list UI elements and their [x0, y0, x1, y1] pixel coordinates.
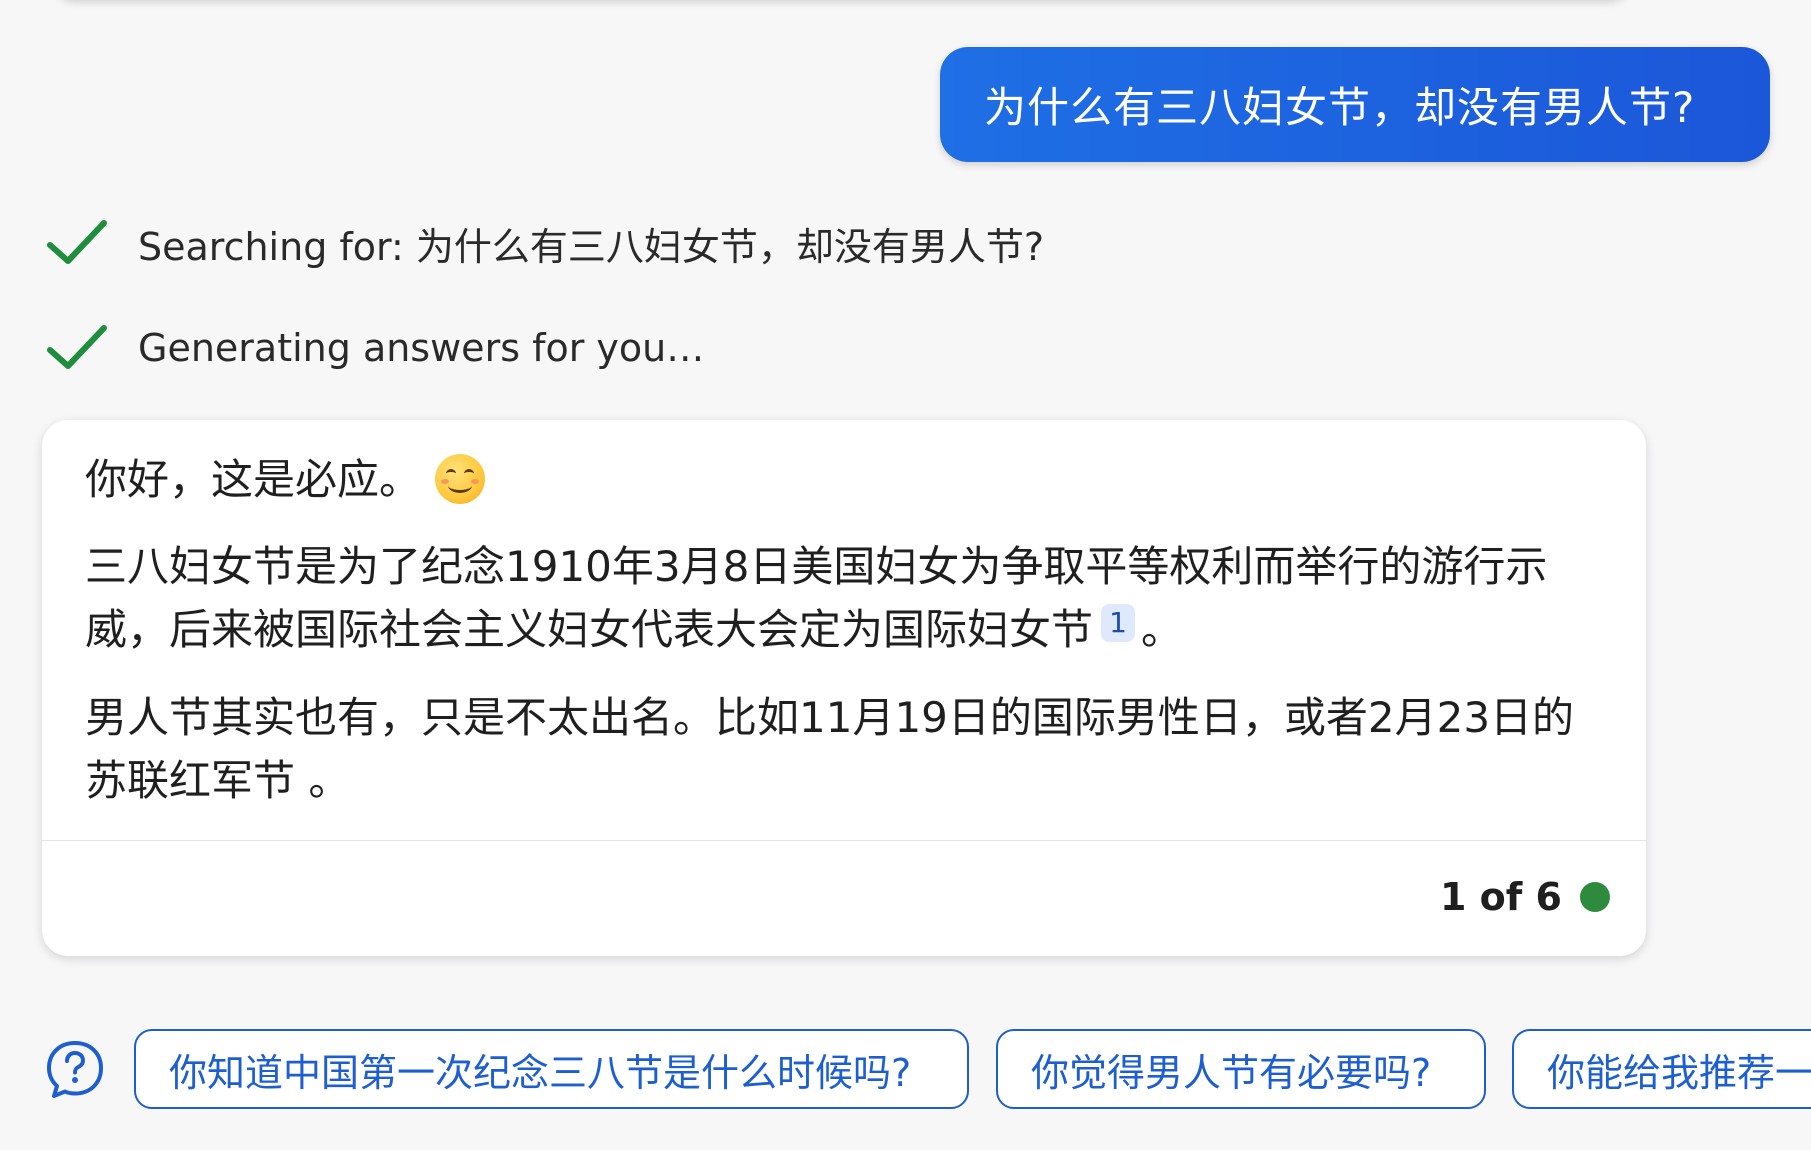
suggestion-chip[interactable]: 你知道中国第一次纪念三八节是什么时候吗? — [134, 1029, 969, 1109]
answer-paragraph: 三八妇女节是为了纪念1910年3月8日美国妇女为争取平等权利而举行的游行示威，后… — [85, 535, 1600, 661]
paragraph-text: 三八妇女节是为了纪念1910年3月8日美国妇女为争取平等权利而举行的游行示威，后… — [85, 542, 1548, 654]
help-icon[interactable] — [44, 1038, 106, 1100]
suggestion-text: 你觉得男人节有必要吗? — [1031, 1050, 1432, 1095]
suggestion-chip[interactable]: 你觉得男人节有必要吗? — [996, 1029, 1486, 1109]
status-step-searching: Searching for: 为什么有三八妇女节，却没有男人节? — [46, 215, 1044, 271]
suggestion-text: 你知道中国第一次纪念三八节是什么时候吗? — [169, 1050, 912, 1095]
status-step-label: Generating answers for you… — [138, 326, 705, 370]
paragraph-end: 。 — [1141, 605, 1184, 654]
response-count: 1 of 6 — [1440, 875, 1562, 919]
check-icon — [47, 325, 107, 369]
check-icon — [47, 220, 107, 264]
answer-body: 你好，这是必应。 三八妇女节是为了纪念1910年3月8日美国妇女为争取平等权利而… — [42, 420, 1646, 812]
answer-paragraph: 男人节其实也有，只是不太出名。比如11月19日的国际男性日，或者2月23日的苏联… — [85, 693, 1575, 805]
answer-greeting: 你好，这是必应。 — [85, 448, 1600, 511]
bot-answer-card: 你好，这是必应。 三八妇女节是为了纪念1910年3月8日美国妇女为争取平等权利而… — [42, 420, 1646, 956]
user-message-text: 为什么有三八妇女节，却没有男人节? — [984, 83, 1696, 132]
suggestion-text: 你能给我推荐一 — [1547, 1050, 1811, 1095]
smiling-face-icon — [435, 454, 486, 504]
greeting-text: 你好，这是必应。 — [85, 455, 422, 504]
answer-footer: 1 of 6 — [1440, 875, 1610, 919]
status-step-label: Searching for: 为什么有三八妇女节，却没有男人节? — [138, 224, 1045, 269]
card-divider — [42, 840, 1646, 841]
user-message-bubble: 为什么有三八妇女节，却没有男人节? — [940, 47, 1770, 162]
citation-link[interactable]: 1 — [1101, 604, 1136, 642]
status-dot — [1580, 882, 1610, 912]
chat-page: 为什么有三八妇女节，却没有男人节? Searching for: 为什么有三八妇… — [0, 0, 1811, 1150]
suggestion-chip[interactable]: 你能给我推荐一 — [1512, 1029, 1811, 1109]
status-step-generating: Generating answers for you… — [46, 320, 704, 376]
